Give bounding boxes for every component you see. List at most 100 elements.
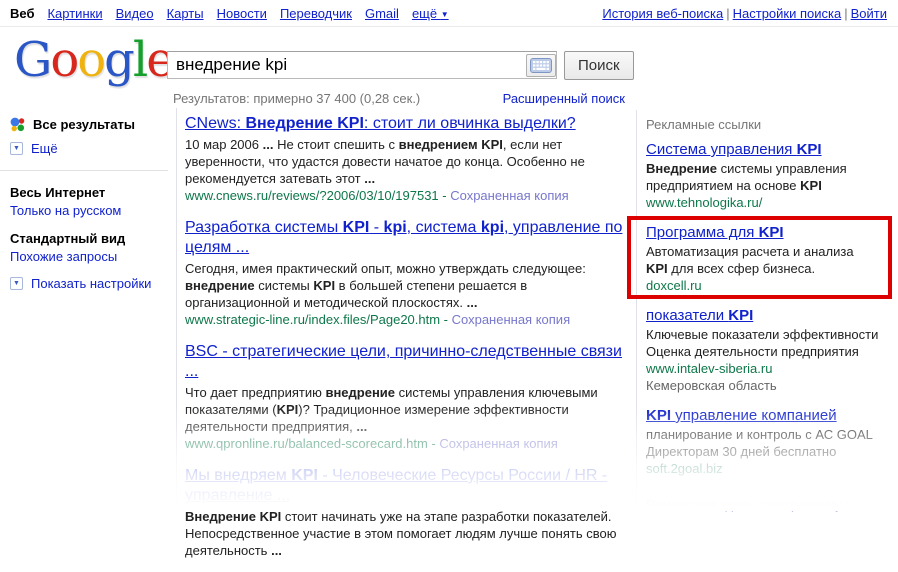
result-url-line: www.qpronline.ru/balanced-scorecard.htm … [185,435,633,453]
nav-item-карты[interactable]: Карты [167,6,204,21]
result-stats: Результатов: примерно 37 400 (0,28 сек.) [173,91,421,106]
nav-item-more[interactable]: ещё ▼ [412,6,449,21]
sidebar-show-settings-link[interactable]: Показать настройки [31,276,151,291]
result-title: Мы внедряем KPI - Человеческие Ресурсы Р… [185,466,633,506]
nav-right-item[interactable]: Войти [851,6,887,21]
result-title-link[interactable]: Мы внедряем KPI - Человеческие Ресурсы Р… [185,467,607,504]
ad-url: doxcell.ru [646,278,702,293]
top-nav: Веб Картинки Видео Карты Новости Переводчик Gm… [0,0,898,27]
ads-heading: Рекламные ссылки [646,117,762,132]
ad-title: показатели KPI [646,307,890,325]
search-result: BSC - стратегические цели, причинно-след… [185,342,633,453]
cached-copy-link[interactable]: Сохраненная копия [452,312,571,327]
result-url: www.strategic-line.ru/index.files/Page20… [185,312,441,327]
result-url-line: www.strategic-line.ru/index.files/Page20… [185,311,633,329]
place-ad-link[interactable]: Разместите здесь свою рекламу » [646,497,890,512]
result-title: Разработка системы KPI - kpi, система kp… [185,218,633,258]
search-button[interactable]: Поиск [564,51,634,80]
result-title-link[interactable]: Разработка системы KPI - kpi, система kp… [185,219,622,256]
result-snippet: Что дает предприятию внедрение системы у… [185,385,598,434]
nav-item-web-active: Веб [10,6,35,21]
ad-description: Ключевые показатели эффективности [646,327,879,342]
chevron-down-icon[interactable]: ▼ [10,142,23,155]
ad-url: www.intalev-siberia.ru [646,361,773,376]
result-url: www.qpronline.ru/balanced-scorecard.htm [185,436,428,451]
nav-right-item[interactable]: Настройки поиска [733,6,842,21]
nav-separator: | [844,6,848,21]
ad-description: предприятием на основе KPI [646,178,822,193]
results-ads-divider [636,110,637,511]
everything-icon [10,117,25,132]
chevron-down-icon: ▼ [440,10,449,19]
sidebar-view-heading: Стандартный вид [10,231,126,246]
url-cached-separator: - [438,188,451,203]
nav-item-новости[interactable]: Новости [217,6,267,21]
sidebar-related-queries-link[interactable]: Похожие запросы [10,249,168,264]
ad-title: Система управления KPI [646,141,890,159]
result-title: BSC - стратегические цели, причинно-след… [185,342,633,382]
ad-description: Автоматизация расчета и анализа [646,244,854,259]
top-nav-left: Веб Картинки Видео Карты Новости Переводчик Gm… [10,6,462,21]
nav-item-картинки[interactable]: Картинки [47,6,102,21]
search-result: CNews: Внедрение KPI: стоит ли овчинка в… [185,114,633,205]
ad-description: Внедрение системы управления [646,161,847,176]
ad-description: планирование и контроль с АС GOAL [646,427,873,442]
url-cached-separator: - [440,312,452,327]
ads-list: Система управления KPI Внедрение системы … [627,141,892,477]
url-cached-separator: - [427,436,440,451]
logo-letter: o [50,32,79,88]
sidebar-item-all-results[interactable]: Все результаты [10,117,168,132]
result-title-link[interactable]: BSC - стратегические цели, причинно-след… [185,343,622,380]
sidebar-divider [0,170,168,171]
cached-copy-link[interactable]: Сохраненная копия [439,436,558,451]
nav-item-переводчик[interactable]: Переводчик [280,6,352,21]
logo-letter: g [104,32,135,88]
ad-item: KPI управление компанией планирование и к… [646,407,890,477]
ad-title-link[interactable]: KPI управление компанией [646,407,837,424]
nav-item-видео[interactable]: Видео [116,6,154,21]
virtual-keyboard-button[interactable] [526,54,556,77]
result-url-line: www.cnews.ru/reviews/?2006/03/10/197531 … [185,187,633,205]
sidebar-all-results-label: Все результаты [33,117,136,132]
top-nav-right: История веб-поиска | Настройки поиска | Войт… [599,6,890,21]
ad-title-link[interactable]: Программа для KPI [646,224,784,241]
sidebar-russian-only-link[interactable]: Только на русском [10,203,168,218]
ad-item: Система управления KPI Внедрение системы … [646,141,890,211]
sidebar-item-more[interactable]: ▼ Ещё [10,141,168,156]
sidebar-more-link[interactable]: Ещё [31,141,58,156]
ad-item: показатели KPI Ключевые показатели эффект… [646,307,890,394]
result-snippet: 10 мар 2006 ... Не стоит спешить с внедр… [185,137,585,186]
nav-item-gmail[interactable]: Gmail [365,6,399,21]
sidebar-web-heading: Весь Интернет [10,185,106,200]
ad-title: KPI управление компанией [646,407,890,425]
ad-title-link[interactable]: Система управления KPI [646,141,822,158]
logo-letter: l [132,32,148,88]
search-result: Разработка системы KPI - kpi, система kp… [185,218,633,329]
logo-letter: o [77,32,106,88]
ad-region: Кемеровская область [646,378,777,393]
ad-title: Программа для KPI [646,224,890,242]
google-logo[interactable]: Google [14,36,175,84]
search-input[interactable] [167,51,557,79]
cached-copy-link[interactable]: Сохраненная копия [450,188,569,203]
sidebar-results-divider [176,108,177,511]
chevron-down-icon[interactable]: ▼ [10,277,23,290]
nav-right-item[interactable]: История веб-поиска [602,6,723,21]
search-result: Мы внедряем KPI - Человеческие Ресурсы Р… [185,466,633,559]
ad-title-link[interactable]: показатели KPI [646,307,753,324]
search-results: CNews: Внедрение KPI: стоит ли овчинка в… [185,114,633,572]
result-snippet: Внедрение KPI стоит начинать уже на этап… [185,509,617,558]
ad-description: Оценка деятельности предприятия [646,344,859,359]
ads-column: Рекламные ссылки Система управления KPI В… [627,117,892,512]
advanced-search-link[interactable]: Расширенный поиск [503,91,625,106]
ad-item: Программа для KPI Автоматизация расчета и… [627,216,892,299]
result-url: www.cnews.ru/reviews/?2006/03/10/197531 [185,188,439,203]
ad-description: KPI для всех сфер бизнеса. [646,261,816,276]
ad-description: Директорам 30 дней бесплатно [646,444,837,459]
result-title-link[interactable]: CNews: Внедрение KPI: стоит ли овчинка в… [185,115,576,132]
nav-separator: | [726,6,730,21]
sidebar-item-show-settings[interactable]: ▼ Показать настройки [10,276,168,291]
logo-letter: G [14,32,52,88]
ad-url: soft.2goal.biz [646,461,723,476]
ad-url: www.tehnologika.ru/ [646,195,763,210]
